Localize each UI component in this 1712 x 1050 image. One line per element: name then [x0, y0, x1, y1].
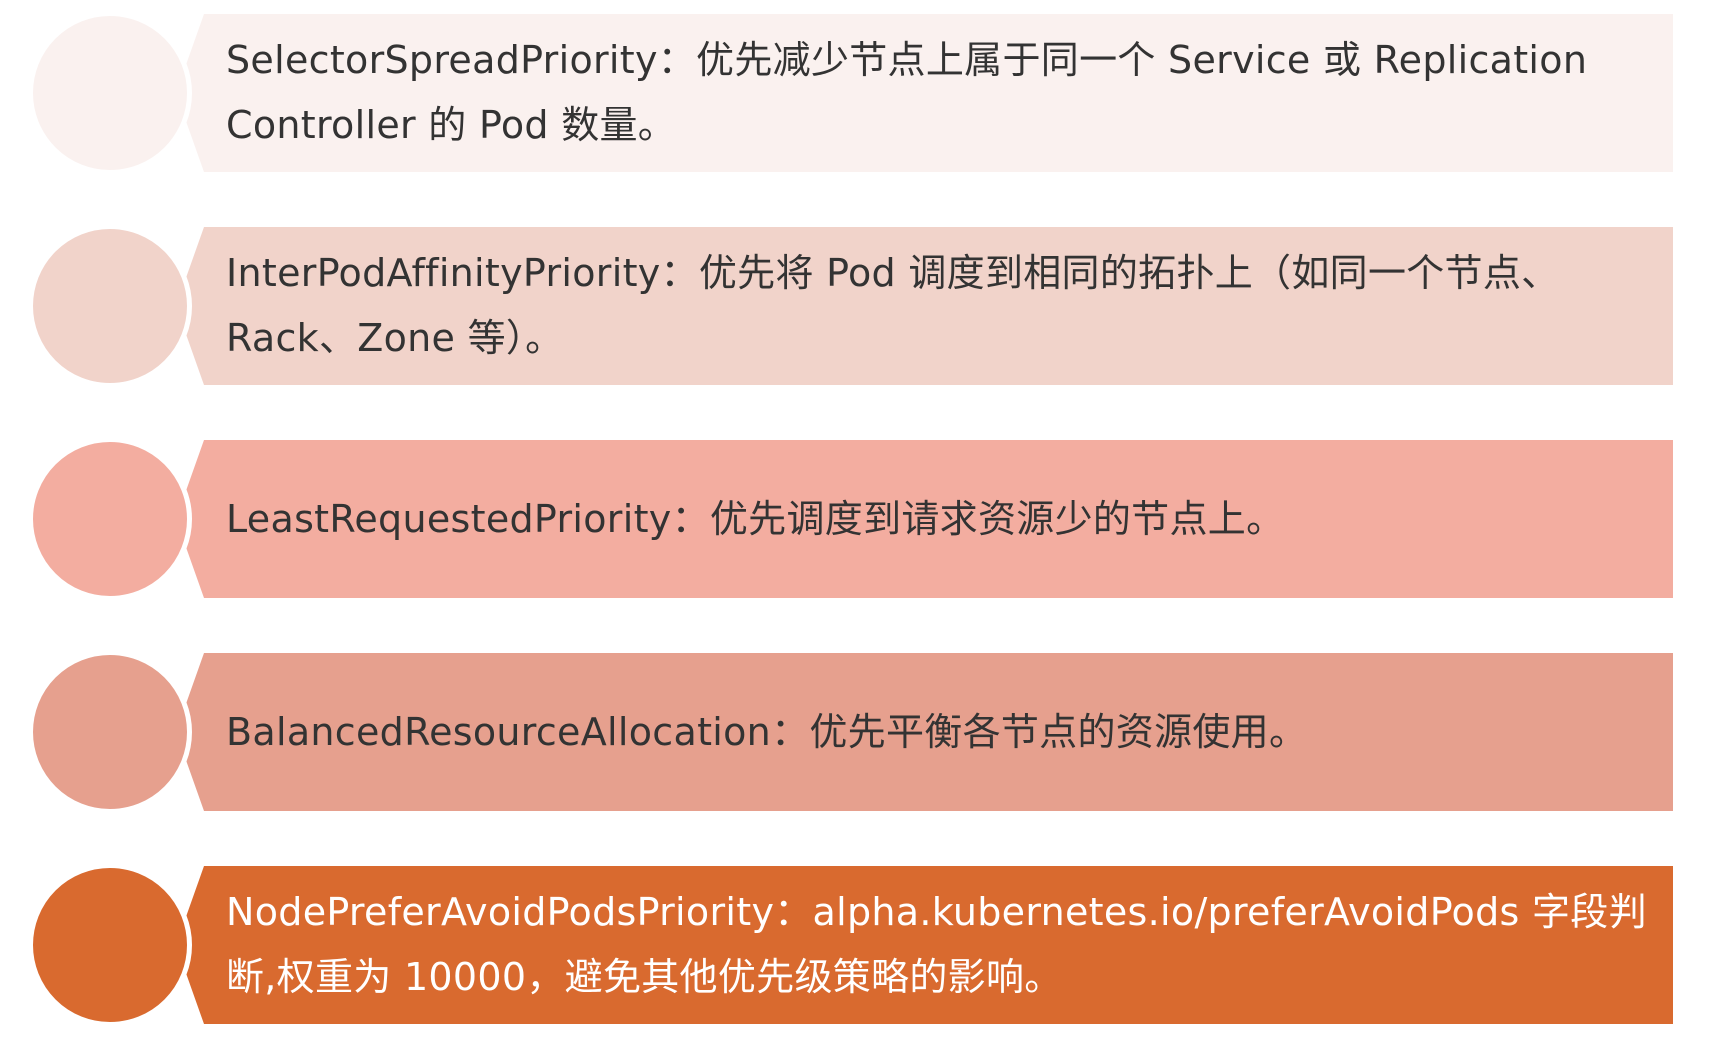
- priority-circle-marker: [28, 437, 192, 601]
- priority-description: NodePreferAvoidPodsPriority：alpha.kubern…: [226, 890, 1647, 999]
- priority-circle-marker: [28, 650, 192, 814]
- priority-description: LeastRequestedPriority：优先调度到请求资源少的节点上。: [226, 496, 1285, 541]
- priority-circle-marker: [28, 224, 192, 388]
- priority-item-selector-spread: SelectorSpreadPriority：优先减少节点上属于同一个 Serv…: [0, 11, 1712, 175]
- priority-item-node-prefer-avoid-pods: NodePreferAvoidPodsPriority：alpha.kubern…: [0, 863, 1712, 1027]
- priority-item-balanced-resource: BalancedResourceAllocation：优先平衡各节点的资源使用。: [0, 650, 1712, 814]
- priority-description: SelectorSpreadPriority：优先减少节点上属于同一个 Serv…: [226, 38, 1588, 147]
- priority-item-inter-pod-affinity: InterPodAffinityPriority：优先将 Pod 调度到相同的拓…: [0, 224, 1712, 388]
- priority-circle-marker: [28, 863, 192, 1027]
- priority-description: InterPodAffinityPriority：优先将 Pod 调度到相同的拓…: [226, 251, 1560, 360]
- priority-circle-marker: [28, 11, 192, 175]
- priority-description: BalancedResourceAllocation：优先平衡各节点的资源使用。: [226, 709, 1308, 754]
- priority-item-least-requested: LeastRequestedPriority：优先调度到请求资源少的节点上。: [0, 437, 1712, 601]
